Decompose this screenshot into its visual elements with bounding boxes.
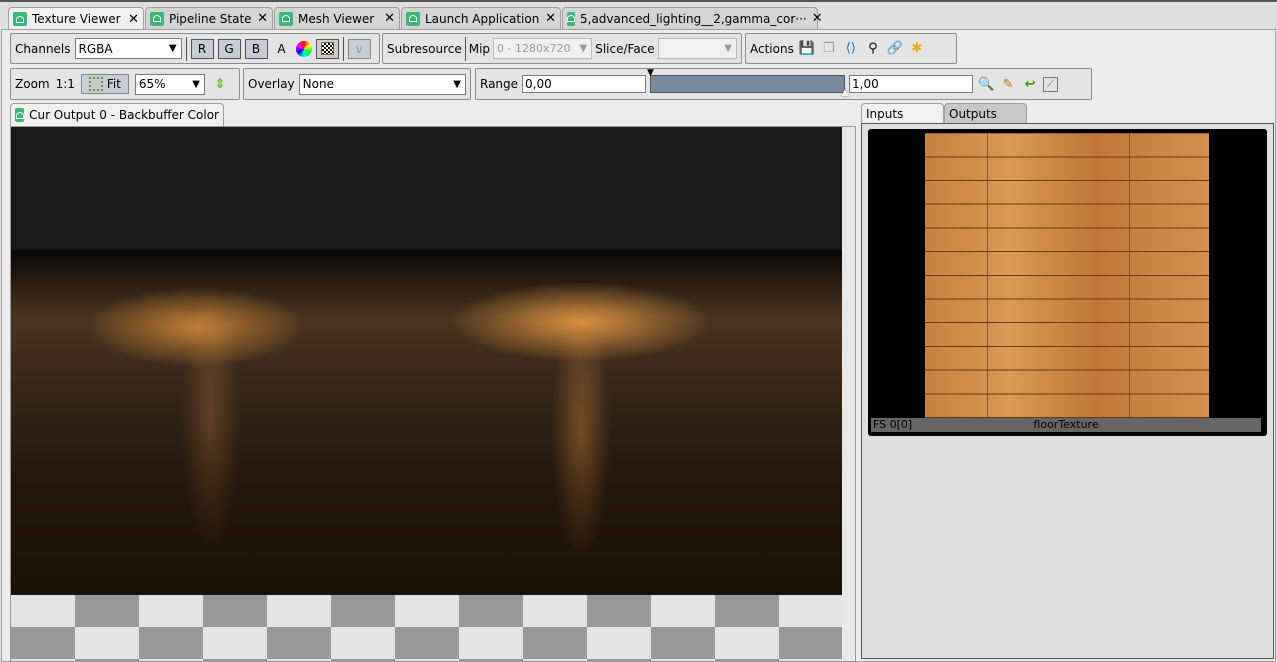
range-min-value: 0,00 (525, 77, 552, 91)
mip-label: Mip (468, 41, 491, 56)
zoom-label: Zoom (15, 77, 50, 91)
floor-texture-preview (925, 133, 1209, 418)
inputs-panel: FS 0[0] floorTexture (861, 123, 1274, 659)
g-label: G (224, 41, 234, 56)
close-icon[interactable]: ✕ (812, 11, 823, 26)
auto-fit-icon[interactable]: ✎ (999, 75, 1017, 93)
save-icon[interactable]: 💾 (798, 40, 816, 58)
mip-value: 0 - 1280x720 (497, 42, 571, 55)
r-label: R (197, 41, 207, 56)
overlay-value: None (302, 77, 334, 91)
range-slider[interactable]: ▼ ▲ (647, 68, 849, 98)
renderdoc-icon (567, 11, 575, 26)
range-group: Range 0,00 ▼ ▲ 1,00 🔍 ✎ ↩ ⟋ (475, 68, 1092, 100)
tab-label: Pipeline State (169, 11, 252, 26)
tab-label: Texture Viewer (32, 12, 121, 26)
tab-label: Outputs (949, 106, 997, 121)
tab-pipeline-state[interactable]: Pipeline State ✕ (145, 7, 273, 29)
renderdoc-icon (13, 12, 27, 26)
alpha-channel-toggle[interactable]: A (272, 42, 292, 56)
copy-icon[interactable]: ❐ (820, 40, 838, 58)
zoom-range-icon[interactable]: 🔍 (977, 75, 995, 93)
slice-select[interactable]: ▼ (657, 38, 737, 59)
texture-thumbnail[interactable]: FS 0[0] floorTexture (868, 129, 1267, 436)
close-icon[interactable]: ✕ (384, 11, 395, 26)
open-source-icon[interactable]: ⟨⟩ (842, 40, 860, 58)
histogram-icon[interactable]: ⟋ (1043, 76, 1059, 92)
tab-inputs[interactable]: Inputs (861, 103, 944, 124)
overlay-label: Overlay (248, 77, 295, 91)
renderdoc-icon (15, 108, 25, 122)
chevron-down-icon: ▼ (168, 43, 177, 54)
renderdoc-icon (406, 11, 420, 26)
chevron-down-icon: ▼ (192, 78, 200, 90)
range-label: Range (480, 77, 519, 91)
link-icon[interactable]: 🔗 (886, 40, 904, 58)
tab-mesh-viewer[interactable]: Mesh Viewer ✕ (274, 7, 400, 29)
channels-value: RGBA (78, 41, 113, 56)
close-icon[interactable]: ✕ (545, 11, 556, 26)
v-label: v (355, 41, 363, 56)
chevron-down-icon: ▼ (724, 43, 732, 54)
tab-label: Inputs (866, 107, 904, 121)
red-channel-toggle[interactable]: R (190, 38, 214, 59)
tab-label: Cur Output 0 - Backbuffer Color (29, 108, 219, 122)
b-label: B (251, 41, 261, 56)
flip-vertical-icon[interactable]: ⇕ (211, 75, 229, 93)
rendered-image (11, 127, 842, 595)
range-min-handle[interactable]: ▼ (647, 68, 654, 78)
slice-label: Slice/Face (595, 41, 655, 56)
blue-channel-toggle[interactable]: B (244, 38, 268, 59)
puzzle-icon[interactable]: ✱ (908, 40, 926, 58)
close-icon[interactable]: ✕ (128, 12, 139, 27)
channels-label: Channels (15, 41, 71, 56)
channels-group: Channels RGBA ▼ R G B A v (10, 33, 380, 64)
checkerboard-toggle[interactable] (315, 38, 339, 59)
tab-outputs[interactable]: Outputs (944, 103, 1027, 123)
zoom-select[interactable]: 65% ▼ (134, 73, 205, 95)
checkerboard-icon (320, 42, 334, 55)
range-max-handle[interactable]: ▲ (841, 87, 849, 98)
tab-texture-viewer[interactable]: Texture Viewer ✕ (8, 7, 144, 30)
zoom-value: 65% (138, 77, 166, 91)
tab-cur-output[interactable]: Cur Output 0 - Backbuffer Color (10, 103, 224, 126)
tab-label: 5,advanced_lighting__2,gamma_cor··· (580, 11, 807, 26)
close-icon[interactable]: ✕ (257, 11, 268, 26)
reset-range-icon[interactable]: ↩ (1021, 75, 1039, 93)
chevron-down-icon: ▼ (579, 43, 588, 54)
fit-label: Fit (106, 77, 121, 91)
actions-group: Actions 💾 ❐ ⟨⟩ ⚲ 🔗 ✱ (745, 33, 957, 64)
tab-capture[interactable]: 5,advanced_lighting__2,gamma_cor··· ✕ (562, 7, 823, 29)
renderdoc-icon (150, 11, 164, 26)
subresource-group: Subresource Mip 0 - 1280x720 ▼ Slice/Face… (382, 33, 742, 64)
texture-canvas[interactable] (10, 126, 856, 662)
range-max-value: 1,00 (852, 77, 879, 91)
subresource-label: Subresource (387, 41, 462, 56)
renderdoc-icon (279, 11, 293, 26)
mip-select[interactable]: 0 - 1280x720 ▼ (493, 38, 593, 59)
chevron-down-icon: ▼ (453, 78, 461, 90)
tab-launch-application[interactable]: Launch Application ✕ (401, 7, 561, 29)
zoom-1to1-button[interactable]: 1:1 (56, 77, 75, 91)
fit-button[interactable]: Fit (80, 74, 129, 94)
green-channel-toggle[interactable]: G (217, 38, 241, 59)
fit-icon (88, 77, 103, 91)
zoom-group: Zoom 1:1 Fit 65% ▼ ⇕ (10, 68, 240, 100)
color-wheel-icon[interactable] (295, 40, 312, 57)
range-min-input[interactable]: 0,00 (522, 75, 647, 93)
binoculars-icon[interactable]: ⚲ (864, 40, 882, 58)
gamma-toggle[interactable]: v (347, 38, 371, 59)
range-max-input[interactable]: 1,00 (849, 75, 974, 93)
channels-select[interactable]: RGBA ▼ (74, 38, 182, 59)
tab-label: Launch Application (425, 11, 540, 26)
texture-name-label: floorTexture (1033, 418, 1099, 431)
tab-label: Mesh Viewer (298, 11, 375, 26)
overlay-select[interactable]: None ▼ (298, 73, 466, 95)
actions-label: Actions (750, 41, 794, 56)
overlay-group: Overlay None ▼ (243, 68, 471, 100)
